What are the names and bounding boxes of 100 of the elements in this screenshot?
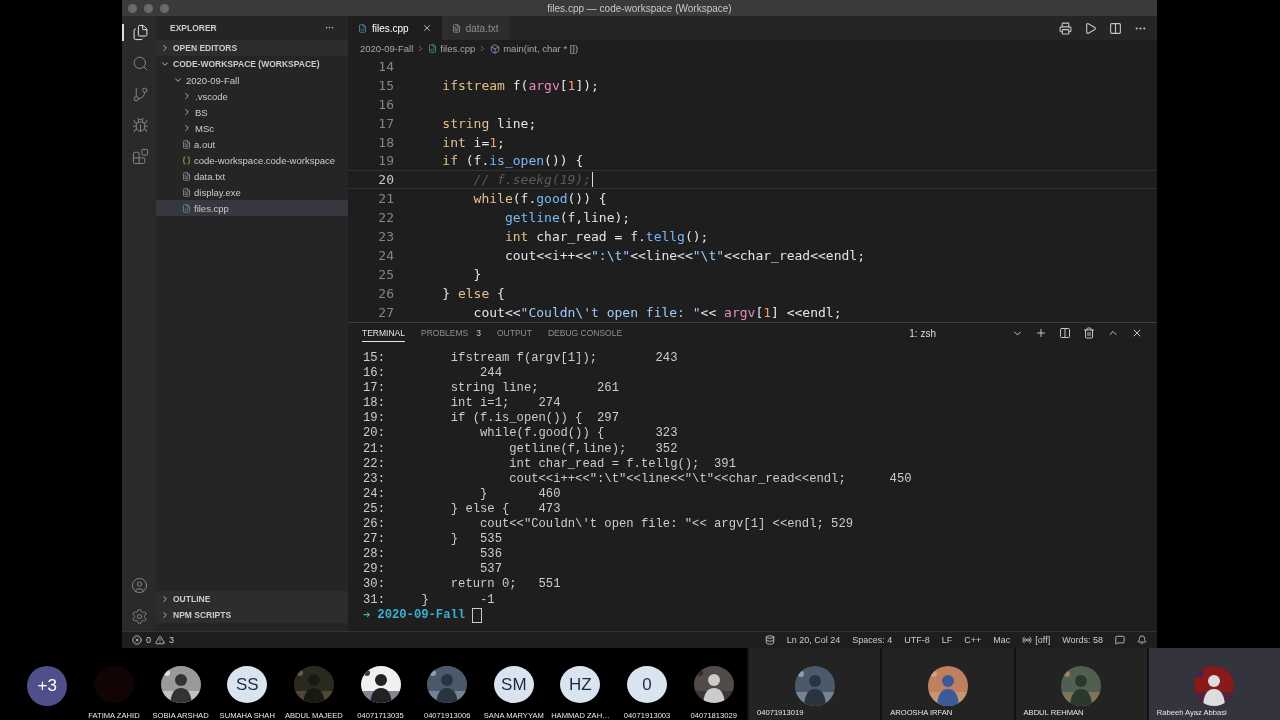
plus-icon[interactable] (1035, 327, 1047, 339)
terminal-cursor (472, 607, 483, 623)
close-icon[interactable] (1131, 327, 1143, 339)
file-name: code-workspace.code-workspace (194, 154, 335, 166)
database-icon[interactable] (764, 635, 775, 645)
tree-item[interactable]: code-workspace.code-workspace (156, 152, 348, 168)
line-number: 17 (377, 115, 394, 131)
braces-icon (182, 155, 191, 165)
breadcrumb-item[interactable]: files.cpp (440, 43, 476, 54)
file-name: .vscode (195, 90, 228, 102)
chevron-right-icon[interactable] (160, 43, 170, 53)
warning-count[interactable]: 3 (169, 635, 175, 645)
editor-tab[interactable]: data.txt (441, 16, 509, 40)
terminal-line: 30: return 0; 551 (363, 577, 561, 593)
line-number: 14 (377, 58, 394, 74)
printer-icon[interactable] (1059, 21, 1072, 35)
file-icon (182, 187, 191, 197)
line-number: 20 (377, 172, 394, 188)
editor-tab[interactable]: files.cpp (348, 16, 442, 40)
more-participants[interactable]: +3 (27, 666, 68, 706)
avatar[interactable]: 0 (627, 666, 668, 703)
panel-tab[interactable]: DEBUG CONSOLE (547, 324, 623, 342)
status-item[interactable]: UTF-8 (904, 635, 930, 645)
error-icon[interactable] (132, 635, 142, 645)
terminal-line: 25: } else { 473 (363, 501, 561, 518)
settings-icon[interactable] (130, 608, 148, 625)
broadcast-icon[interactable] (1022, 635, 1033, 645)
status-item[interactable]: Spaces: 4 (852, 635, 893, 645)
terminal-line: 18: int i=1; 274 (363, 396, 561, 412)
file-name: a.out (194, 138, 216, 150)
split-terminal-icon[interactable] (1059, 327, 1071, 339)
terminal-line: 21: getline(f,line); 352 (363, 441, 678, 457)
line-number: 23 (377, 228, 394, 244)
word-count[interactable]: Words: 58 (1062, 635, 1103, 645)
section-header[interactable]: NPM SCRIPTS (156, 607, 348, 623)
avatar[interactable]: SM (493, 666, 534, 703)
zoom-dot[interactable] (160, 3, 169, 13)
line-number: 26 (377, 285, 394, 301)
panel-tab[interactable]: PROBLEMS 3 (421, 324, 481, 342)
file-name: BS (195, 106, 208, 118)
file-name: files.cpp (194, 202, 229, 214)
code-line: cout<<"Couldn\'t open file: "<< argv[1] <<endl; (472, 304, 842, 320)
tree-item[interactable]: a.out (156, 136, 348, 152)
feedback-icon[interactable] (1115, 635, 1125, 645)
breadcrumb-item[interactable]: main(int, char * []) (503, 43, 579, 54)
file-name: data.txt (194, 170, 226, 182)
minimize-dot[interactable] (144, 3, 153, 13)
code-line: ifstream f(argv[1]); (441, 77, 599, 93)
line-number: 18 (377, 134, 394, 150)
section-header[interactable]: CODE-WORKSPACE (WORKSPACE) (156, 56, 348, 72)
cube-icon (490, 43, 501, 54)
status-item[interactable]: LF (941, 635, 953, 645)
file-name: display.exe (194, 186, 241, 198)
code-line: if (f.is_open()) { (441, 153, 584, 169)
more-actions[interactable]: ··· (325, 23, 334, 33)
section-header[interactable]: OPEN EDITORS (156, 40, 348, 56)
close-icon[interactable] (421, 23, 432, 33)
terminal-line: 24: } 460 (363, 486, 561, 502)
status-item[interactable]: Ln 20, Col 24 (786, 635, 841, 645)
line-number: 25 (377, 266, 394, 282)
tree-item[interactable]: .vscode (156, 88, 348, 104)
avatar[interactable]: SS (227, 666, 268, 703)
section-header[interactable]: OUTLINE (156, 591, 348, 607)
code-line: string line; (441, 115, 537, 131)
cpp-file-icon (428, 44, 438, 53)
prompt-arrow: ➜ (363, 607, 371, 623)
cpp-file-icon (358, 23, 367, 33)
terminal-line: 20: while(f.good()) { 323 (363, 426, 678, 442)
window-title: files.cpp — code-workspace (Workspace) (547, 2, 732, 14)
terminal-line: 17: string line; 261 (363, 381, 619, 397)
avatar[interactable]: HZ (560, 666, 601, 703)
panel-tab[interactable]: TERMINAL (362, 324, 405, 342)
breadcrumb-item[interactable]: 2020-09-Fall (360, 43, 414, 54)
tree-item[interactable]: MSc (156, 120, 348, 136)
close-dot[interactable] (128, 3, 137, 13)
split-editor-icon[interactable] (1109, 21, 1122, 35)
bell-icon[interactable] (1137, 635, 1147, 645)
status-item[interactable]: Mac (993, 635, 1011, 645)
tree-item[interactable]: display.exe (156, 184, 348, 200)
error-count[interactable]: 0 (146, 635, 151, 645)
terminal-line: 15: ifstream f(argv[1]); 243 (363, 351, 678, 367)
tree-item[interactable]: 2020-09-Fall (156, 72, 348, 88)
tree-item[interactable]: data.txt (156, 168, 348, 184)
trash-icon[interactable] (1083, 327, 1095, 339)
panel-tab[interactable]: OUTPUT (496, 324, 532, 342)
code-line: getline(f,line); (503, 210, 631, 226)
live-share-status[interactable]: [off] (1035, 635, 1051, 645)
tree-item[interactable]: BS (156, 104, 348, 120)
warning-icon[interactable] (155, 635, 165, 645)
code-line: } (472, 266, 482, 282)
run-icon[interactable] (1084, 21, 1097, 35)
terminal-line: 16: 244 (363, 366, 502, 382)
tree-item[interactable]: files.cpp (156, 200, 348, 216)
terminal-select[interactable]: 1: zsh (909, 327, 1023, 339)
terminal-line: 29: 537 (363, 562, 502, 578)
file-name: 2020-09-Fall (186, 74, 240, 86)
terminal-line: 26: cout<<"Couldn\'t open file: "<< argv[1] <<endl; 529 (363, 517, 854, 533)
account-icon[interactable] (130, 577, 148, 594)
status-item[interactable]: C++ (964, 635, 982, 645)
code-line: int i=1; (441, 134, 505, 150)
